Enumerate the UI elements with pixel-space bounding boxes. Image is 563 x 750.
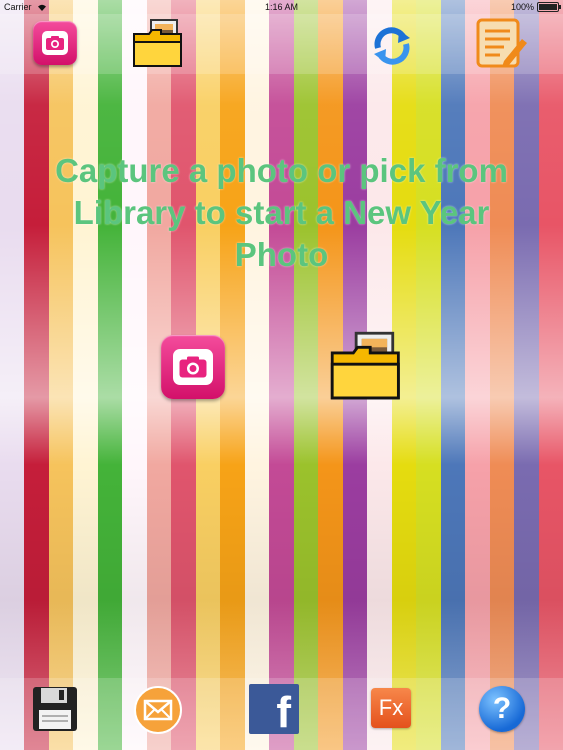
background-stripe <box>293 0 319 750</box>
background-stripe <box>244 0 270 750</box>
email-button[interactable] <box>133 685 183 735</box>
background-stripe <box>48 0 74 750</box>
instruction-text: Capture a photo or pick from Library to … <box>55 152 508 273</box>
pick-from-library-button[interactable] <box>328 330 404 404</box>
mail-icon <box>134 686 182 734</box>
background-stripe <box>97 0 123 750</box>
help-button[interactable]: ? <box>479 686 525 732</box>
camera-icon <box>42 31 68 55</box>
refresh-button[interactable] <box>370 24 414 68</box>
capture-photo-button[interactable] <box>161 335 225 399</box>
background-stripe <box>269 0 294 750</box>
clock: 1:16 AM <box>264 2 299 12</box>
effects-button[interactable]: Fx <box>371 688 411 728</box>
floppy-disk-icon <box>33 687 77 731</box>
battery-icon <box>537 2 561 12</box>
refresh-icon <box>374 27 410 65</box>
folder-photo-icon <box>330 331 400 400</box>
save-button[interactable] <box>32 686 78 732</box>
background-stripe <box>416 0 441 750</box>
photo-library-button[interactable] <box>131 18 185 70</box>
status-bar: Carrier 1:16 AM 100% <box>0 0 563 14</box>
background-stripe <box>514 0 539 750</box>
background-stripe <box>0 0 25 750</box>
notes-button[interactable] <box>474 17 528 69</box>
camera-button[interactable] <box>33 21 77 65</box>
striped-background <box>0 0 563 750</box>
fx-icon: Fx <box>378 695 404 720</box>
background-stripe <box>24 0 49 750</box>
background-stripe <box>122 0 147 750</box>
background-stripe <box>538 0 563 750</box>
battery-percent: 100% <box>510 2 534 12</box>
camera-icon <box>173 349 213 385</box>
edit-notes-icon <box>476 18 527 68</box>
background-stripe <box>465 0 490 750</box>
background-stripe <box>440 0 466 750</box>
background-stripe <box>489 0 515 750</box>
facebook-icon: f <box>276 688 291 737</box>
folder-photo-icon <box>133 19 182 67</box>
question-mark-icon: ? <box>492 692 512 725</box>
background-stripe <box>73 0 98 750</box>
battery-indicator: 100% <box>510 0 561 14</box>
facebook-button[interactable]: f <box>249 684 299 737</box>
